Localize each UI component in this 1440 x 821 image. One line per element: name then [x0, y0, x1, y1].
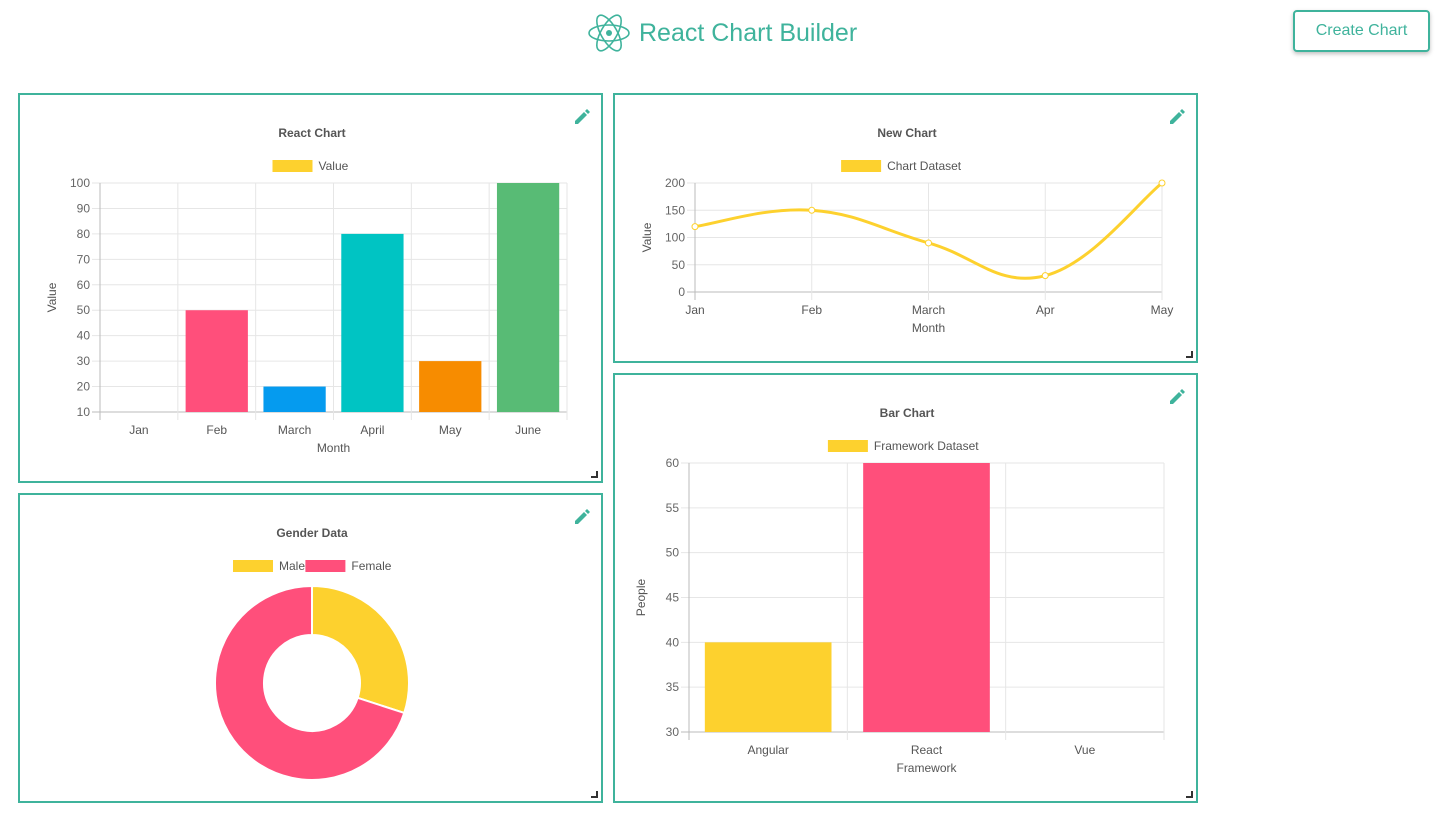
x-axis-label: Framework: [896, 761, 957, 775]
y-tick-label: 20: [77, 380, 91, 394]
bar: [263, 386, 326, 412]
y-axis-label: Value: [45, 282, 59, 312]
chart-card-new-chart: New Chart Chart Dataset 0 50 100 150 200 Value M…: [613, 93, 1198, 363]
legend-swatch: [305, 560, 346, 572]
y-tick-label: 100: [665, 231, 685, 245]
y-tick-label: 50: [77, 303, 91, 317]
data-point: [691, 223, 699, 231]
app-title: React Chart Builder: [639, 18, 858, 47]
bar: [496, 183, 560, 412]
x-tick-label: React: [911, 743, 943, 757]
y-tick-label: 40: [666, 635, 680, 649]
new-chart: New Chart Chart Dataset 0 50 100 150 200 Value M…: [640, 126, 1174, 335]
chart-card-react-chart: React Chart Value 10 20 30 40 50 60 70 80 90 100 Val…: [18, 93, 603, 483]
x-axis-label: Month: [317, 441, 350, 455]
data-point: [1041, 272, 1049, 280]
y-tick-label: 150: [665, 203, 685, 217]
top-bar: React Chart Builder Create Chart: [0, 0, 1440, 70]
pencil-icon[interactable]: [572, 507, 592, 527]
bar-chart: Bar Chart Framework Dataset 30 35 40 45 50 55 60…: [634, 406, 1165, 775]
data-point: [808, 206, 816, 214]
y-tick-label: 45: [666, 591, 680, 605]
create-chart-button[interactable]: Create Chart: [1293, 10, 1430, 52]
chart-card-gender-data: Gender Data Male Female: [18, 493, 603, 803]
chart-title: Bar Chart: [880, 406, 935, 420]
x-tick-label: April: [360, 423, 384, 437]
y-tick-label: 70: [77, 252, 91, 266]
pencil-icon[interactable]: [572, 107, 592, 127]
react-logo-icon: [588, 14, 630, 52]
x-tick-label: Jan: [129, 423, 148, 437]
y-tick-label: 35: [666, 680, 680, 694]
resize-handle[interactable]: [1186, 791, 1193, 798]
x-tick-label: Feb: [206, 423, 227, 437]
y-tick-label: 100: [70, 176, 90, 190]
bar: [704, 642, 832, 732]
pencil-icon[interactable]: [1167, 107, 1187, 127]
gender-data-chart: Gender Data Male Female: [214, 526, 410, 781]
x-axis-label: Month: [912, 321, 945, 335]
resize-handle[interactable]: [591, 791, 598, 798]
bar: [341, 233, 404, 412]
y-tick-label: 50: [672, 258, 686, 272]
x-tick-label: Vue: [1074, 743, 1095, 757]
x-tick-label: March: [278, 423, 311, 437]
legend-label: Male: [279, 559, 305, 573]
legend-swatch: [827, 440, 868, 452]
react-chart: React Chart Value 10 20 30 40 50 60 70 80 90 100 Val…: [45, 126, 568, 455]
legend-label: Chart Dataset: [887, 159, 962, 173]
brand: React Chart Builder: [587, 12, 857, 54]
chart-title: Gender Data: [276, 526, 348, 540]
x-tick-label: March: [912, 303, 945, 317]
x-tick-label: May: [439, 423, 462, 437]
legend-label: Value: [319, 159, 349, 173]
legend-swatch: [841, 160, 882, 172]
resize-handle[interactable]: [1186, 351, 1193, 358]
y-tick-label: 50: [666, 546, 680, 560]
bar: [863, 463, 990, 732]
bar: [185, 310, 248, 412]
y-tick-label: 55: [666, 501, 680, 515]
chart-title: React Chart: [278, 126, 345, 140]
chart-title: New Chart: [877, 126, 936, 140]
legend-swatch: [272, 160, 313, 172]
y-tick-label: 0: [678, 285, 685, 299]
y-tick-label: 30: [666, 725, 680, 739]
x-tick-label: Angular: [747, 743, 788, 757]
y-tick-label: 40: [77, 329, 91, 343]
data-point: [925, 239, 932, 247]
chart-card-bar-chart: Bar Chart Framework Dataset 30 35 40 45 50 55 60…: [613, 373, 1198, 803]
legend-swatch: [233, 560, 273, 572]
y-tick-label: 60: [666, 456, 680, 470]
x-tick-label: Jan: [685, 303, 704, 317]
legend-label: Framework Dataset: [874, 439, 979, 453]
pie-slice: [311, 584, 410, 715]
x-tick-label: May: [1151, 303, 1174, 317]
y-tick-label: 200: [665, 176, 685, 190]
x-tick-label: June: [515, 423, 541, 437]
y-tick-label: 10: [77, 405, 91, 419]
bar: [419, 361, 482, 412]
legend-label: Female: [351, 559, 391, 573]
x-tick-label: Feb: [801, 303, 822, 317]
data-point: [1158, 179, 1166, 187]
y-tick-label: 90: [77, 201, 91, 215]
y-axis-label: People: [634, 578, 648, 616]
pencil-icon[interactable]: [1167, 387, 1187, 407]
y-tick-label: 30: [77, 354, 91, 368]
x-tick-label: Apr: [1036, 303, 1055, 317]
resize-handle[interactable]: [591, 471, 598, 478]
y-axis-label: Value: [640, 222, 654, 252]
y-tick-label: 60: [77, 278, 91, 292]
y-tick-label: 80: [77, 227, 91, 241]
